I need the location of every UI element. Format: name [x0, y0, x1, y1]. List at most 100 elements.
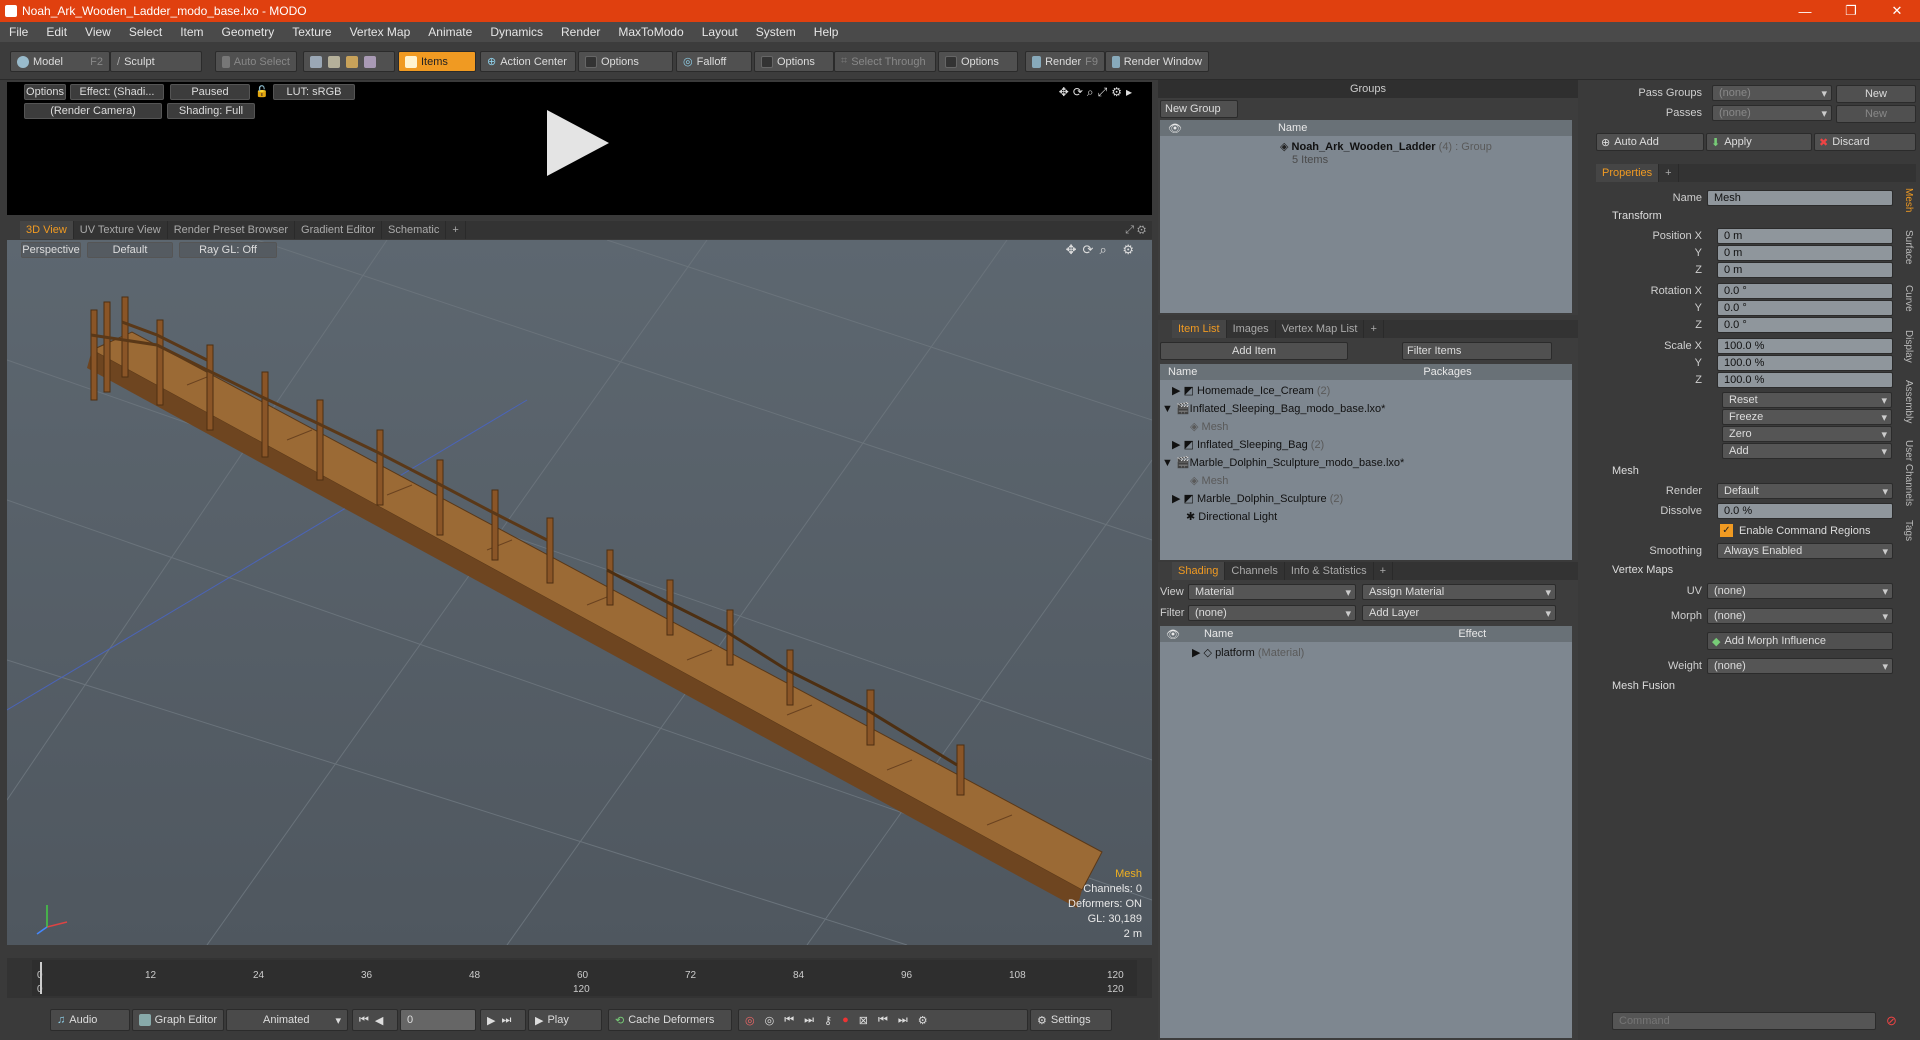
assign-material-dropdown[interactable]: Assign Material: [1362, 584, 1556, 600]
menu-animate[interactable]: Animate: [419, 25, 481, 39]
keyframe-icon[interactable]: ◎: [745, 1014, 755, 1027]
item-row[interactable]: ▶ ◩ Homemade_Ice_Cream (2): [1172, 384, 1330, 397]
menu-texture[interactable]: Texture: [283, 25, 340, 39]
step-forward-icon[interactable]: ▶: [487, 1014, 495, 1027]
tab-render-preset-browser[interactable]: Render Preset Browser: [168, 221, 296, 239]
vertices-mode-icon[interactable]: [310, 55, 322, 68]
raygl-toggle[interactable]: Ray GL: Off: [179, 242, 277, 258]
menu-dynamics[interactable]: Dynamics: [481, 25, 552, 39]
rotation-z-field[interactable]: 0.0 °: [1717, 317, 1893, 333]
group-row[interactable]: ◈ Noah_Ark_Wooden_Ladder (4) : Group: [1280, 140, 1492, 153]
mesh-section[interactable]: Mesh: [1612, 465, 1639, 477]
edges-mode-icon[interactable]: [328, 55, 340, 68]
discard-button[interactable]: ✖ Discard: [1814, 133, 1916, 151]
tab-properties[interactable]: Properties: [1596, 164, 1660, 182]
preview-lut-dropdown[interactable]: LUT: sRGB: [273, 84, 355, 100]
play-button[interactable]: ▶ Play: [528, 1009, 602, 1031]
side-tab-curve[interactable]: Curve: [1898, 285, 1914, 312]
rotation-x-field[interactable]: 0.0 °: [1717, 283, 1893, 299]
skip-start-icon[interactable]: ⏮: [359, 1014, 369, 1027]
action-center-button[interactable]: ⊕ Action Center: [480, 51, 576, 72]
projection-dropdown[interactable]: Perspective: [21, 242, 81, 258]
materials-mode-icon[interactable]: [364, 55, 376, 68]
menu-geometry[interactable]: Geometry: [213, 25, 284, 39]
sculpt-mode-button[interactable]: / Sculpt: [110, 51, 202, 72]
reset-dropdown[interactable]: Reset: [1722, 392, 1892, 408]
falloff-options-button[interactable]: Options: [754, 51, 834, 72]
menu-select[interactable]: Select: [120, 25, 171, 39]
preview-shading-dropdown[interactable]: Shading: Full: [167, 103, 255, 119]
preview-options-button[interactable]: Options: [24, 84, 66, 100]
transform-section[interactable]: Transform: [1612, 210, 1662, 222]
playhead[interactable]: [40, 962, 42, 994]
forward-controls[interactable]: ▶ ⏭: [480, 1009, 526, 1031]
jump-start-icon[interactable]: ⏮: [878, 1014, 888, 1027]
pass-groups-dropdown[interactable]: (none): [1712, 85, 1832, 101]
dissolve-field[interactable]: 0.0 %: [1717, 503, 1893, 519]
side-tab-user-channels[interactable]: User Channels: [1898, 440, 1914, 506]
item-row[interactable]: ◈ Mesh: [1190, 474, 1228, 487]
tab-item-list[interactable]: Item List: [1172, 320, 1227, 338]
add-tab-button[interactable]: +: [1374, 562, 1394, 580]
render-dropdown[interactable]: Default: [1717, 483, 1893, 499]
apply-button[interactable]: ⬇ Apply: [1706, 133, 1812, 151]
tag-icon[interactable]: ⚙: [918, 1014, 928, 1027]
shader-tree[interactable]: [1160, 626, 1572, 1038]
auto-select-button[interactable]: Auto Select: [215, 51, 297, 72]
new-pass-button[interactable]: New: [1836, 105, 1916, 123]
passes-dropdown[interactable]: (none): [1712, 105, 1832, 121]
scale-x-field[interactable]: 100.0 %: [1717, 338, 1893, 354]
close-button[interactable]: ✕: [1874, 0, 1920, 22]
zero-dropdown[interactable]: Zero: [1722, 426, 1892, 442]
position-x-field[interactable]: 0 m: [1717, 228, 1893, 244]
name-field[interactable]: Mesh: [1707, 190, 1893, 206]
rewind-controls[interactable]: ⏮ ◀: [352, 1009, 398, 1031]
render-button[interactable]: Render F9: [1025, 51, 1105, 72]
3d-viewport[interactable]: Perspective Default Ray GL: Off ✥⟳⌕ ⚙ Me…: [7, 240, 1152, 945]
mesh-fusion-section[interactable]: Mesh Fusion: [1612, 680, 1675, 692]
graph-editor-button[interactable]: Graph Editor: [132, 1009, 224, 1031]
animated-dropdown[interactable]: Animated ▾: [226, 1009, 348, 1031]
settings-button[interactable]: ⚙ Settings: [1030, 1009, 1112, 1031]
scale-z-field[interactable]: 100.0 %: [1717, 372, 1893, 388]
lock-icon[interactable]: 🔓: [255, 85, 269, 98]
render-window-button[interactable]: Render Window: [1105, 51, 1209, 72]
tab-shading[interactable]: Shading: [1172, 562, 1226, 580]
view-dropdown[interactable]: Material: [1188, 584, 1356, 600]
menu-edit[interactable]: Edit: [37, 25, 76, 39]
key-icon[interactable]: ⚷: [824, 1014, 832, 1027]
checkbox-checked-icon[interactable]: ✓: [1720, 524, 1733, 537]
side-tab-assembly[interactable]: Assembly: [1898, 380, 1914, 423]
menu-layout[interactable]: Layout: [693, 25, 747, 39]
uv-dropdown[interactable]: (none): [1707, 583, 1893, 599]
menu-file[interactable]: File: [0, 25, 37, 39]
new-pass-group-button[interactable]: New: [1836, 85, 1916, 103]
items-mode-button[interactable]: Items: [398, 51, 476, 72]
expand-arrow-icon[interactable]: ▶: [1172, 385, 1180, 397]
skip-end-icon[interactable]: ⏭: [501, 1014, 511, 1027]
vertex-maps-section[interactable]: Vertex Maps: [1612, 564, 1673, 576]
falloff-button[interactable]: ◎ Falloff: [676, 51, 752, 72]
maximize-button[interactable]: ❐: [1828, 0, 1874, 22]
preview-paused-button[interactable]: Paused: [170, 84, 250, 100]
position-y-field[interactable]: 0 m: [1717, 245, 1893, 261]
stop-icon[interactable]: ⊘: [1886, 1013, 1897, 1029]
auto-key-icon[interactable]: ◎: [765, 1014, 775, 1027]
preview-camera-dropdown[interactable]: (Render Camera): [24, 103, 162, 119]
expand-arrow-icon[interactable]: ▶: [1192, 647, 1200, 659]
new-group-button[interactable]: New Group: [1160, 100, 1238, 118]
menu-render[interactable]: Render: [552, 25, 609, 39]
wooden-ladder-mesh[interactable]: [87, 296, 1103, 908]
tab-uv-texture-view[interactable]: UV Texture View: [74, 221, 168, 239]
position-z-field[interactable]: 0 m: [1717, 262, 1893, 278]
polygons-mode-icon[interactable]: [346, 55, 358, 68]
side-tab-display[interactable]: Display: [1898, 330, 1914, 363]
tab-channels[interactable]: Channels: [1225, 562, 1285, 580]
add-tab-button[interactable]: +: [446, 221, 466, 239]
collapse-arrow-icon[interactable]: ▼: [1162, 403, 1173, 415]
filter-dropdown[interactable]: (none): [1188, 605, 1356, 621]
jump-end-icon[interactable]: ⏭: [898, 1014, 908, 1027]
add-morph-influence-button[interactable]: ◆ Add Morph Influence: [1707, 632, 1893, 650]
freeze-dropdown[interactable]: Freeze: [1722, 409, 1892, 425]
menu-system[interactable]: System: [747, 25, 805, 39]
